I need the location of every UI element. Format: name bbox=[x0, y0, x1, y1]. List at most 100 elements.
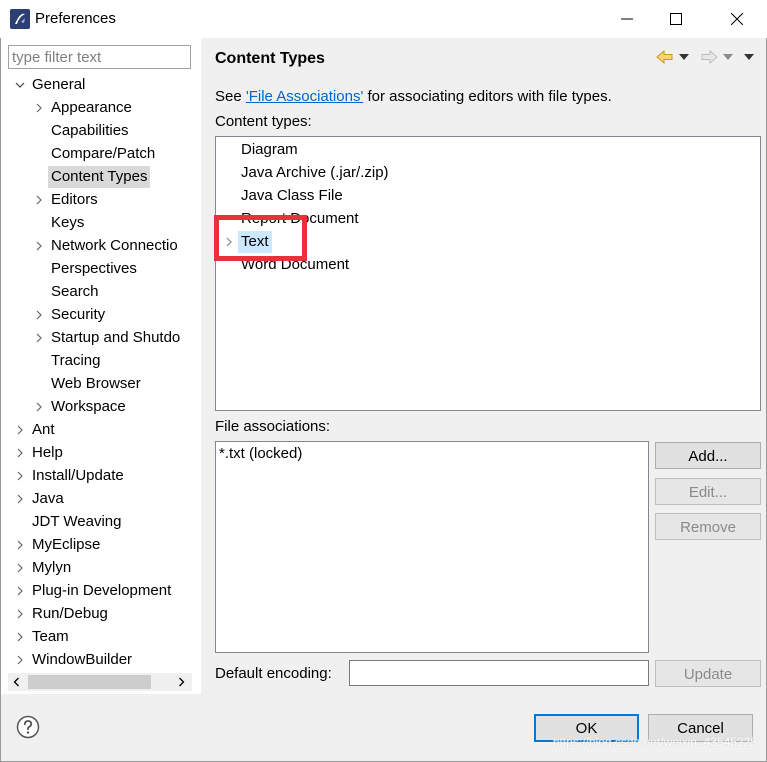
minimize-icon bbox=[621, 18, 633, 20]
chevron-right-icon[interactable] bbox=[34, 189, 44, 211]
tree-item-label: MyEclipse bbox=[32, 536, 101, 553]
tree-item[interactable]: General bbox=[1, 74, 192, 96]
chevron-right-icon[interactable] bbox=[15, 534, 25, 556]
chevron-right-icon[interactable] bbox=[15, 557, 25, 579]
content-types-label: Content types: bbox=[215, 113, 312, 130]
filter-input[interactable] bbox=[8, 45, 191, 69]
tree-item-label: Startup and Shutdo bbox=[51, 329, 181, 346]
tree-item-label: Team bbox=[32, 628, 69, 645]
tree-item[interactable]: Ant bbox=[1, 419, 192, 441]
tree-item[interactable]: MyEclipse bbox=[1, 534, 192, 556]
content-type-item[interactable]: Text bbox=[238, 231, 272, 253]
tree-item[interactable]: Security bbox=[1, 304, 192, 326]
tree-item-label: Run/Debug bbox=[32, 605, 108, 622]
tree-item-label: Workspace bbox=[51, 398, 126, 415]
chevron-right-icon[interactable] bbox=[34, 327, 44, 349]
tree-item-label: Tracing bbox=[51, 352, 101, 369]
tree-item[interactable]: Mylyn bbox=[1, 557, 192, 579]
content-type-item[interactable]: Java Archive (.jar/.zip) bbox=[238, 162, 392, 184]
forward-dropdown-icon bbox=[723, 54, 733, 60]
tree-item-label: Capabilities bbox=[51, 122, 129, 139]
tree-item[interactable]: Install/Update bbox=[1, 465, 192, 487]
tree-item-label: Help bbox=[32, 444, 63, 461]
view-menu-icon[interactable] bbox=[744, 53, 754, 61]
chevron-right-icon[interactable] bbox=[15, 649, 25, 671]
maximize-icon bbox=[670, 13, 682, 25]
chevron-right-icon[interactable] bbox=[15, 626, 25, 648]
maximize-button[interactable] bbox=[653, 0, 699, 38]
tree-item-label: Install/Update bbox=[32, 467, 124, 484]
content-type-item[interactable]: Word Document bbox=[238, 254, 352, 276]
window-title: Preferences bbox=[35, 10, 116, 27]
forward-arrow-icon bbox=[701, 49, 718, 65]
tree-item[interactable]: Help bbox=[1, 442, 192, 464]
tree-item-label: Perspectives bbox=[51, 260, 137, 277]
tree-item[interactable]: Perspectives bbox=[1, 258, 192, 280]
tree-item-label: Search bbox=[51, 283, 99, 300]
scroll-right-icon[interactable] bbox=[176, 677, 186, 687]
tree-item-label: Java bbox=[32, 490, 64, 507]
close-window-button[interactable] bbox=[714, 0, 760, 38]
default-encoding-label: Default encoding: bbox=[215, 665, 332, 682]
history-nav bbox=[656, 46, 760, 68]
see-prefix: See bbox=[215, 88, 246, 105]
chevron-right-icon[interactable] bbox=[34, 396, 44, 418]
content-type-item[interactable]: Report Document bbox=[238, 208, 362, 230]
help-icon[interactable] bbox=[16, 715, 40, 739]
tree-item[interactable]: Compare/Patch bbox=[1, 143, 192, 165]
chevron-right-icon[interactable] bbox=[224, 231, 234, 253]
chevron-down-icon[interactable] bbox=[15, 74, 25, 96]
tree-item-label: Compare/Patch bbox=[51, 145, 156, 162]
tree-item[interactable]: Editors bbox=[1, 189, 192, 211]
tree-item[interactable]: Workspace bbox=[1, 396, 192, 418]
back-dropdown-icon[interactable] bbox=[679, 53, 689, 61]
tree-item-label: Mylyn bbox=[32, 559, 72, 576]
tree-item[interactable]: Startup and Shutdo bbox=[1, 327, 192, 349]
file-association-item[interactable]: *.txt (locked) bbox=[219, 445, 302, 462]
tree-item[interactable]: Search bbox=[1, 281, 192, 303]
tree-item[interactable]: Appearance bbox=[1, 97, 192, 119]
tree-item-label: Plug-in Development bbox=[32, 582, 172, 599]
chevron-right-icon[interactable] bbox=[15, 442, 25, 464]
tree-item[interactable]: Run/Debug bbox=[1, 603, 192, 625]
tree-item[interactable]: Plug-in Development bbox=[1, 580, 192, 602]
chevron-right-icon[interactable] bbox=[15, 488, 25, 510]
chevron-right-icon[interactable] bbox=[34, 304, 44, 326]
preferences-tree: General Appearance Capabilities Compare/Pat… bbox=[1, 74, 192, 674]
tree-item[interactable]: Tracing bbox=[1, 350, 192, 372]
chevron-right-icon[interactable] bbox=[15, 419, 25, 441]
edit-button: Edit... bbox=[655, 478, 761, 505]
tree-item[interactable]: Content Types bbox=[1, 166, 192, 188]
chevron-right-icon[interactable] bbox=[34, 97, 44, 119]
content-type-item[interactable]: Java Class File bbox=[238, 185, 346, 207]
back-arrow-icon[interactable] bbox=[656, 49, 674, 65]
default-encoding-input[interactable] bbox=[349, 660, 649, 686]
app-icon bbox=[10, 9, 30, 29]
tree-item[interactable]: JDT Weaving bbox=[1, 511, 192, 533]
tree-item[interactable]: Keys bbox=[1, 212, 192, 234]
content-type-item[interactable]: Diagram bbox=[238, 139, 301, 161]
file-associations-list[interactable]: *.txt (locked) bbox=[215, 441, 649, 653]
page-title: Content Types bbox=[215, 50, 325, 67]
see-file-associations-text: See 'File Associations' for associating … bbox=[215, 88, 612, 105]
tree-item[interactable]: Web Browser bbox=[1, 373, 192, 395]
chevron-right-icon[interactable] bbox=[34, 235, 44, 257]
tree-item-label: Editors bbox=[51, 191, 98, 208]
chevron-right-icon[interactable] bbox=[15, 603, 25, 625]
tree-item[interactable]: Capabilities bbox=[1, 120, 192, 142]
tree-item-label: Ant bbox=[32, 421, 55, 438]
scrollbar-thumb[interactable] bbox=[28, 675, 151, 689]
tree-item[interactable]: WindowBuilder bbox=[1, 649, 192, 671]
tree-item-label: WindowBuilder bbox=[32, 651, 133, 668]
add-button[interactable]: Add... bbox=[655, 442, 761, 469]
tree-item[interactable]: Team bbox=[1, 626, 192, 648]
tree-item[interactable]: Java bbox=[1, 488, 192, 510]
tree-item[interactable]: Network Connectio bbox=[1, 235, 192, 257]
scroll-left-icon[interactable] bbox=[12, 677, 22, 687]
minimize-button[interactable] bbox=[604, 0, 650, 38]
chevron-right-icon[interactable] bbox=[15, 580, 25, 602]
tree-horizontal-scrollbar[interactable] bbox=[8, 673, 192, 691]
content-types-tree[interactable]: Diagram Java Archive (.jar/.zip) Java Clas… bbox=[215, 136, 761, 411]
chevron-right-icon[interactable] bbox=[15, 465, 25, 487]
file-associations-link[interactable]: 'File Associations' bbox=[246, 88, 363, 105]
